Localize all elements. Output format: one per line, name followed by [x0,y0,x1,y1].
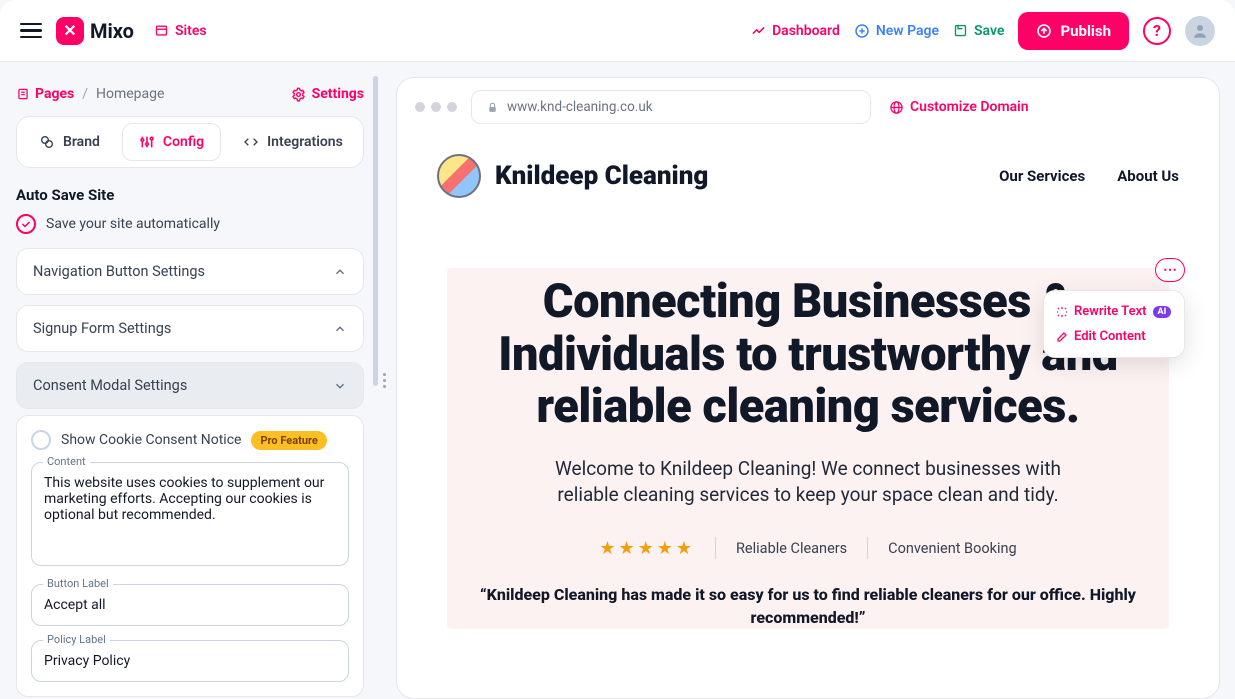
tab-brand[interactable]: Brand [23,123,116,161]
logo-mark-icon: ✕ [56,17,84,45]
show-consent-checkbox[interactable] [31,430,51,450]
chevron-up-icon [333,265,347,279]
pages-icon [16,87,30,101]
preview-browser: www.knd-cleaning.co.uk Customize Domain … [396,77,1220,699]
sliders-icon [139,134,155,150]
policy-label-field-label: Policy Label [43,633,110,646]
content-field-label: Content [43,455,90,468]
tab-integrations[interactable]: Integrations [227,123,359,161]
tab-bar: Brand Config Integrations [16,116,364,168]
ai-badge: AI [1153,306,1172,318]
testimonial-quote: “Knildeep Cleaning has made it so easy f… [467,583,1149,629]
rewrite-text-link[interactable]: Rewrite Text AI [1056,299,1172,324]
settings-link[interactable]: Settings [291,86,364,102]
dashboard-label: Dashboard [772,23,840,39]
review-reliable: Reliable Cleaners [736,540,847,557]
divider [715,537,716,559]
sites-label: Sites [175,23,207,39]
breadcrumb-current: Homepage [96,86,164,102]
brand-name: Mixo [90,19,134,43]
save-label: Save [974,23,1004,39]
user-icon [1191,22,1209,40]
save-link[interactable]: Save [953,23,1004,39]
section-menu-button[interactable]: ⋯ [1155,258,1185,282]
edit-content-link[interactable]: Edit Content [1056,324,1172,349]
sparkle-icon [1056,306,1068,318]
check-circle-icon [16,214,36,234]
autosave-label: Save your site automatically [46,216,220,232]
sites-link[interactable]: Sites [154,23,207,39]
menu-icon[interactable] [20,20,42,42]
show-consent-label: Show Cookie Consent Notice [61,432,241,448]
brand-logo[interactable]: ✕ Mixo [56,17,134,45]
accordion-consent-modal[interactable]: Consent Modal Settings [16,362,364,409]
customize-domain-link[interactable]: Customize Domain [889,99,1029,115]
help-icon[interactable]: ? [1143,17,1171,45]
url-text: www.knd-cleaning.co.uk [507,99,653,115]
site-brand[interactable]: Knildeep Cleaning [437,154,708,198]
plus-circle-icon [854,23,870,39]
section-popover: Rewrite Text AI Edit Content [1043,290,1185,358]
stars-icon: ★★★★★ [599,538,695,559]
dashboard-link[interactable]: Dashboard [751,23,840,39]
pages-link[interactable]: Pages [16,86,74,102]
site-preview: Knildeep Cleaning Our Services About Us … [397,136,1219,698]
tab-config[interactable]: Config [122,123,221,161]
divider [867,537,868,559]
globe-icon [889,100,904,115]
policy-label-input[interactable] [31,640,349,682]
chart-icon [751,23,766,38]
top-bar: ✕ Mixo Sites Dashboard New Page Save Pub… [0,0,1235,62]
consent-settings-body: Show Cookie Consent Notice Pro Feature C… [16,415,364,697]
publish-label: Publish [1060,22,1111,40]
window-controls-icon [415,102,457,112]
review-convenient: Convenient Booking [888,540,1017,557]
site-logo-icon [437,154,481,198]
button-label-field-label: Button Label [43,577,113,590]
accordion-nav-button[interactable]: Navigation Button Settings [16,248,364,295]
site-brand-name: Knildeep Cleaning [495,161,708,191]
pro-badge: Pro Feature [251,431,326,450]
chevron-down-icon [333,379,347,393]
sites-icon [154,23,169,38]
lock-icon [486,101,499,114]
chevron-up-icon [333,322,347,336]
hero-section: ⋯ Rewrite Text AI Edit Content [447,268,1169,629]
button-label-input[interactable] [31,584,349,626]
gear-icon [291,87,306,102]
code-icon [243,134,259,150]
hero-subtext[interactable]: Welcome to Knildeep Cleaning! We connect… [528,456,1088,509]
autosave-toggle[interactable]: Save your site automatically [16,214,364,234]
nav-our-services[interactable]: Our Services [999,167,1085,185]
breadcrumb: Pages / Homepage [16,86,164,102]
new-page-label: New Page [876,23,939,39]
autosave-title: Auto Save Site [16,186,364,204]
edit-icon [1056,331,1068,343]
scrollbar[interactable] [373,76,378,386]
publish-button[interactable]: Publish [1018,12,1129,50]
new-page-link[interactable]: New Page [854,23,939,39]
url-bar[interactable]: www.knd-cleaning.co.uk [471,90,871,124]
save-icon [953,23,968,38]
upload-icon [1036,23,1052,39]
config-panel: Pages / Homepage Settings Brand Config I [0,62,380,699]
pane-resize-handle[interactable] [380,62,388,699]
nav-about-us[interactable]: About Us [1117,167,1179,185]
avatar[interactable] [1185,16,1215,46]
content-textarea[interactable] [31,462,349,566]
accordion-signup-form[interactable]: Signup Form Settings [16,305,364,352]
brand-icon [39,134,55,150]
breadcrumb-sep: / [82,86,88,102]
